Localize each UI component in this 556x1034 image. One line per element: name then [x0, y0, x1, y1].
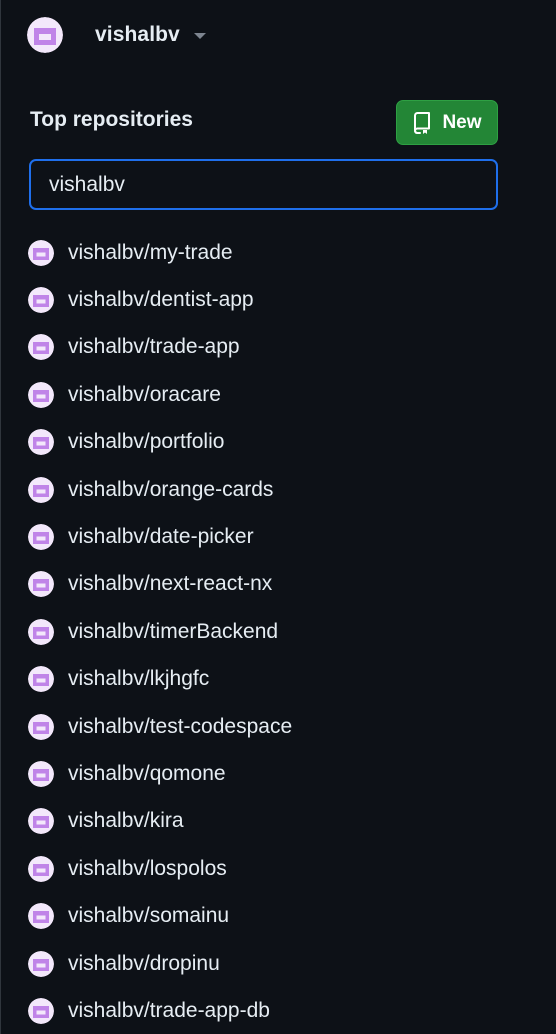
owner-avatar	[28, 429, 54, 456]
repository-list-item[interactable]: vishalbv/lkjhgfc	[28, 656, 508, 703]
owner-avatar	[28, 760, 54, 787]
repository-list-item[interactable]: vishalbv/dropinu	[28, 940, 508, 987]
identicon-avatar-icon	[28, 808, 54, 835]
owner-avatar	[28, 239, 54, 266]
owner-avatar	[28, 618, 54, 645]
repository-link[interactable]: vishalbv/lkjhgfc	[68, 667, 209, 691]
repository-list-item[interactable]: vishalbv/trade-app	[28, 324, 508, 371]
owner-avatar	[28, 476, 54, 503]
identicon-avatar-icon	[28, 760, 54, 787]
owner-avatar	[28, 808, 54, 835]
repository-link[interactable]: vishalbv/lospolos	[68, 857, 227, 881]
repository-link[interactable]: vishalbv/next-react-nx	[68, 572, 272, 596]
owner-avatar	[28, 903, 54, 930]
owner-avatar	[28, 713, 54, 740]
identicon-avatar-icon	[28, 855, 54, 882]
identicon-avatar-icon	[28, 429, 54, 456]
repository-list-item[interactable]: vishalbv/orange-cards	[28, 466, 508, 513]
owner-avatar	[28, 524, 54, 551]
owner-avatar	[28, 381, 54, 408]
owner-avatar	[28, 287, 54, 314]
identicon-avatar-icon	[28, 239, 54, 266]
identicon-avatar-icon	[28, 476, 54, 503]
repository-link[interactable]: vishalbv/trade-app-db	[68, 999, 270, 1023]
repository-list-item[interactable]: vishalbv/test-codespace	[28, 703, 508, 750]
triangle-down-icon	[193, 33, 206, 39]
repository-link[interactable]: vishalbv/orange-cards	[68, 478, 273, 502]
owner-avatar	[28, 950, 54, 977]
dashboard-sidebar: vishalbv Top repositories New vishalbv/m…	[0, 0, 555, 1034]
identicon-avatar-icon	[28, 334, 54, 361]
repository-link[interactable]: vishalbv/date-picker	[68, 525, 254, 549]
repository-list-item[interactable]: vishalbv/portfolio	[28, 419, 508, 466]
identicon-avatar-icon	[28, 903, 54, 930]
repository-link[interactable]: vishalbv/kira	[68, 809, 184, 833]
repository-list-item[interactable]: vishalbv/oracare	[28, 371, 508, 418]
repository-list-item[interactable]: vishalbv/qomone	[28, 750, 508, 797]
owner-avatar	[28, 571, 54, 598]
new-button-label: New	[442, 111, 482, 133]
top-repositories-heading: Top repositories	[30, 108, 193, 131]
new-repository-button[interactable]: New	[396, 100, 498, 145]
identicon-avatar-icon	[28, 618, 54, 645]
repository-search-input[interactable]	[29, 159, 498, 210]
owner-avatar	[28, 997, 54, 1024]
owner-avatar	[28, 855, 54, 882]
repository-list-item[interactable]: vishalbv/kira	[28, 798, 508, 845]
username-label: vishalbv	[95, 23, 180, 46]
identicon-avatar-icon	[28, 381, 54, 408]
identicon-avatar-icon	[28, 950, 54, 977]
repository-list-item[interactable]: vishalbv/somainu	[28, 892, 508, 939]
repository-link[interactable]: vishalbv/dentist-app	[68, 288, 254, 312]
identicon-avatar-icon	[28, 713, 54, 740]
identicon-avatar-icon	[28, 571, 54, 598]
repository-link[interactable]: vishalbv/somainu	[68, 904, 229, 928]
repository-list-item[interactable]: vishalbv/dentist-app	[28, 276, 508, 323]
identicon-avatar-icon	[28, 524, 54, 551]
repository-list-item[interactable]: vishalbv/timerBackend	[28, 608, 508, 655]
repository-link[interactable]: vishalbv/portfolio	[68, 430, 224, 454]
repository-link[interactable]: vishalbv/timerBackend	[68, 620, 278, 644]
identicon-avatar-icon	[28, 666, 54, 693]
owner-avatar	[28, 334, 54, 361]
identicon-avatar-icon	[27, 17, 63, 53]
repository-link[interactable]: vishalbv/oracare	[68, 383, 221, 407]
repository-list-item[interactable]: vishalbv/trade-app-db	[28, 987, 508, 1034]
identicon-avatar-icon	[28, 997, 54, 1024]
repository-link[interactable]: vishalbv/dropinu	[68, 952, 220, 976]
repository-list: vishalbv/my-trade vishalbv/dentist-app vis…	[28, 229, 508, 1034]
repository-list-item[interactable]: vishalbv/my-trade	[28, 229, 508, 276]
repository-link[interactable]: vishalbv/qomone	[68, 762, 226, 786]
repository-link[interactable]: vishalbv/test-codespace	[68, 715, 292, 739]
owner-avatar	[28, 666, 54, 693]
context-switcher[interactable]: vishalbv	[27, 16, 206, 54]
user-avatar	[27, 17, 63, 53]
repository-list-item[interactable]: vishalbv/lospolos	[28, 845, 508, 892]
repository-link[interactable]: vishalbv/my-trade	[68, 241, 233, 265]
repo-icon	[414, 111, 431, 134]
repository-list-item[interactable]: vishalbv/next-react-nx	[28, 561, 508, 608]
identicon-avatar-icon	[28, 287, 54, 314]
repository-list-item[interactable]: vishalbv/date-picker	[28, 513, 508, 560]
repository-link[interactable]: vishalbv/trade-app	[68, 335, 240, 359]
